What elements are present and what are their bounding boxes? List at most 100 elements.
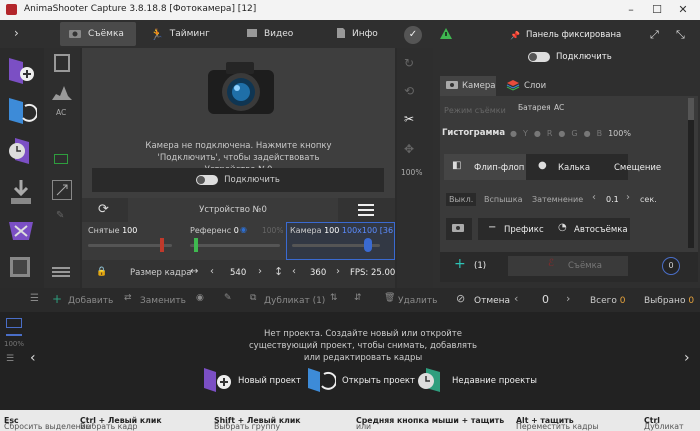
empty-project-message: Нет проекта. Создайте новый или откройте…	[248, 329, 477, 363]
display-tool-icon[interactable]	[5, 252, 37, 284]
reference-percent: 100%	[262, 226, 284, 235]
refresh-icon[interactable]: ⟳	[98, 202, 109, 217]
status-select-frame: Выбрать кадр Ctrl + Левый клик	[80, 416, 162, 431]
delete-icon[interactable]: 🗑	[384, 293, 395, 303]
reorder-icon[interactable]: ⇵	[354, 293, 362, 303]
rp-connect-button[interactable]: Подключить	[528, 52, 612, 62]
frame-width[interactable]: 540	[230, 268, 246, 278]
scissors-icon[interactable]: ✂	[404, 112, 414, 126]
rotate-icon[interactable]: ⟲	[404, 84, 414, 98]
open-project-icon[interactable]	[306, 366, 338, 394]
frame-height[interactable]: 360	[310, 268, 326, 278]
scrollbar-thumb[interactable]	[688, 98, 694, 120]
width-increase-icon[interactable]: ›	[258, 266, 262, 277]
import-tool-icon[interactable]	[5, 176, 37, 208]
frame-icon[interactable]	[54, 54, 70, 72]
brush-icon[interactable]: ✎	[224, 293, 232, 303]
device-selector[interactable]: Устройство №0	[128, 198, 338, 222]
minimize-icon[interactable]: –	[624, 3, 638, 17]
status-duplicate: Дубликат Ctrl	[644, 416, 684, 431]
export-tool-icon[interactable]	[5, 214, 37, 246]
tab-timing[interactable]: 🏃 Тайминг	[150, 22, 230, 46]
open-project-tool-icon[interactable]	[5, 94, 39, 126]
height-decrease-icon[interactable]: ‹	[292, 266, 296, 277]
brush-icon[interactable]: ✎	[56, 210, 64, 221]
dim-decrease-icon[interactable]: ‹	[592, 192, 596, 203]
camera-slider-handle[interactable]	[364, 238, 372, 252]
tab-capture-label: Съёмка	[88, 29, 124, 39]
delete-label[interactable]: Удалить	[398, 296, 437, 306]
replace-label[interactable]: Заменить	[140, 296, 186, 306]
minus-icon[interactable]: −	[488, 222, 496, 233]
prefix-label[interactable]: Префикс	[504, 225, 544, 235]
duplicate-label[interactable]: Дубликат (1)	[264, 296, 325, 306]
tab-camera-panel[interactable]: Камера	[440, 76, 496, 96]
zoom-bar[interactable]	[6, 334, 22, 336]
scroll-left-icon[interactable]: ‹	[30, 350, 36, 366]
height-increase-icon[interactable]: ›	[336, 266, 340, 277]
scroll-right-icon[interactable]: ›	[684, 350, 690, 366]
duplicate-icon[interactable]: ⧉	[250, 293, 256, 303]
connect-button[interactable]: Подключить	[92, 168, 384, 192]
green-frame-icon[interactable]	[54, 154, 68, 164]
recent-projects-icon[interactable]	[416, 366, 446, 394]
collapse-icon[interactable]: ⤡	[676, 28, 685, 42]
cancel-label[interactable]: Отмена	[474, 296, 510, 306]
dim-increase-icon[interactable]: ›	[626, 192, 630, 203]
flash-label[interactable]: Вспышка	[484, 195, 523, 204]
loop-icon[interactable]: ↻	[404, 56, 414, 70]
fps-value[interactable]: FPS: 25.00	[350, 268, 395, 278]
menu-icon[interactable]	[358, 204, 374, 216]
dim-value[interactable]: 0.1	[606, 195, 619, 204]
scrollbar[interactable]	[688, 98, 694, 248]
autocapture-label[interactable]: Автосъёмка	[574, 225, 628, 235]
timeline-menu-icon[interactable]: ☰	[6, 354, 14, 364]
plus-icon[interactable]: +	[454, 256, 466, 272]
add-label[interactable]: Добавить	[68, 296, 113, 306]
move-icon[interactable]: ✥	[404, 142, 414, 156]
chevron-right-icon[interactable]: ›	[14, 26, 19, 40]
tab-capture[interactable]: Съёмка	[60, 22, 136, 46]
histogram-icon[interactable]	[52, 84, 72, 100]
onion-label[interactable]: Калька	[558, 163, 590, 173]
tab-video[interactable]: Видео	[246, 22, 316, 46]
arrows-icon[interactable]: ⇅	[330, 293, 338, 303]
check-icon[interactable]: ✓	[404, 26, 422, 44]
cancel-icon[interactable]: ⊘	[456, 292, 465, 305]
captured-slider-handle[interactable]	[160, 238, 164, 252]
reference-eye-icon[interactable]: ◉	[240, 225, 247, 234]
crop-icon[interactable]	[52, 180, 72, 200]
next-icon[interactable]: ›	[566, 292, 570, 305]
shoot-count: 0	[662, 257, 680, 275]
list-icon[interactable]: ☰	[30, 293, 39, 304]
shift-label[interactable]: Смещение	[614, 163, 661, 173]
open-project-button[interactable]: Открыть проект	[342, 376, 415, 386]
onion-icon[interactable]: ●	[538, 160, 547, 171]
prev-icon[interactable]: ‹	[514, 292, 518, 305]
panel-pinned-label[interactable]: Панель фиксирована	[526, 30, 621, 40]
recent-projects-tool-icon[interactable]	[5, 134, 37, 166]
add-icon[interactable]: +	[52, 292, 62, 306]
eye-icon[interactable]: ◉	[196, 293, 204, 303]
lock-icon[interactable]: 🔒	[96, 267, 107, 277]
pin-icon[interactable]: 📌	[510, 31, 520, 40]
flash-off-button[interactable]: Выкл.	[446, 193, 477, 206]
new-project-icon[interactable]	[202, 366, 232, 394]
tab-layers-panel[interactable]: Слои	[500, 76, 550, 96]
tab-info[interactable]: Инфо	[336, 22, 396, 46]
settings-sliders-icon[interactable]	[52, 266, 70, 278]
total-label: Всего 0	[590, 296, 626, 306]
clock-icon[interactable]: ◔	[558, 222, 567, 233]
reference-slider[interactable]	[190, 244, 280, 247]
film-strip-icon[interactable]	[6, 318, 22, 328]
close-icon[interactable]: ✕	[676, 3, 690, 17]
recent-projects-button[interactable]: Недавние проекты	[452, 376, 537, 386]
width-decrease-icon[interactable]: ‹	[210, 266, 214, 277]
new-project-button[interactable]: Новый проект	[238, 376, 301, 386]
replace-icon[interactable]: ⇄	[124, 293, 132, 303]
new-project-tool-icon[interactable]	[5, 54, 37, 86]
maximize-icon[interactable]: ☐	[650, 3, 664, 17]
reference-slider-handle[interactable]	[194, 238, 198, 252]
fullscreen-icon[interactable]: ⤢	[650, 28, 659, 42]
app-logo-icon	[6, 4, 17, 15]
